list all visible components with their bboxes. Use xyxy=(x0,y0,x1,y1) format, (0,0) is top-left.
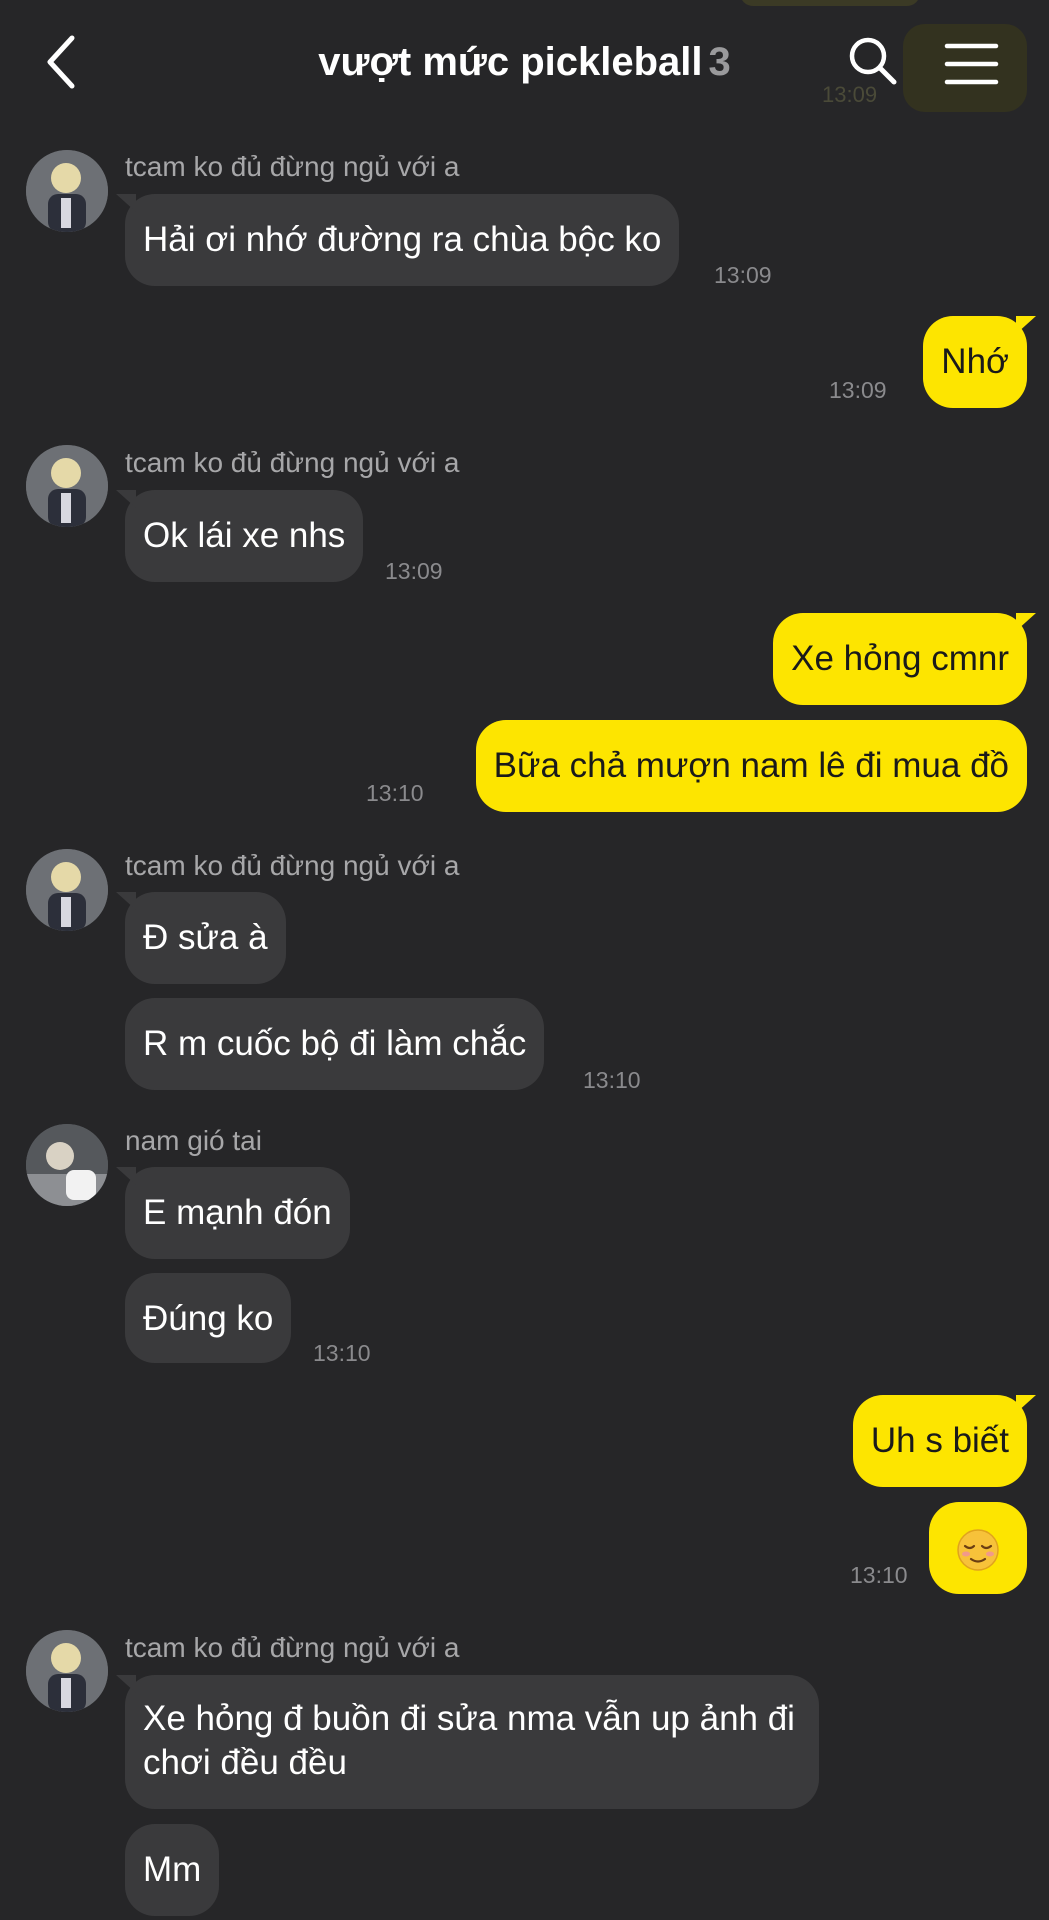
message-bubble-incoming[interactable]: E mạnh đón xyxy=(116,1167,350,1259)
message-bubble-incoming[interactable]: Đúng ko xyxy=(125,1273,292,1363)
search-icon xyxy=(849,37,897,85)
message-bubble-outgoing-emoji[interactable] xyxy=(929,1502,1027,1594)
message-bubble-incoming[interactable]: Ok lái xe nhs xyxy=(115,490,364,582)
message-bubble-outgoing[interactable]: Uh s biết xyxy=(852,1395,1037,1487)
message-time: 13:10 xyxy=(583,1067,641,1093)
avatar-nam[interactable] xyxy=(26,1124,108,1206)
message-bubble-outgoing[interactable]: Nhớ xyxy=(923,316,1036,408)
sender-name: nam gió tai xyxy=(125,1125,262,1156)
avatar-tcam[interactable] xyxy=(26,1630,108,1712)
message-time: 13:10 xyxy=(313,1340,371,1366)
message-bubble-outgoing[interactable]: Xe hỏng cmnr xyxy=(773,613,1036,705)
previous-message-bubble-partial xyxy=(740,0,920,6)
sender-name: tcam ko đủ đừng ngủ với a xyxy=(125,1632,460,1663)
member-count: 3 xyxy=(708,40,731,84)
sender-name: tcam ko đủ đừng ngủ với a xyxy=(125,850,460,881)
message-bubble-incoming[interactable]: Mm xyxy=(125,1824,220,1916)
message-time: 13:09 xyxy=(714,262,772,288)
sender-name: tcam ko đủ đừng ngủ với a xyxy=(125,151,460,182)
relieved-face-icon xyxy=(957,1529,999,1571)
message-bubble-incoming[interactable]: R m cuốc bộ đi làm chắc xyxy=(125,998,545,1090)
avatar-tcam[interactable] xyxy=(26,445,108,527)
avatar-tcam[interactable] xyxy=(26,849,108,931)
menu-button[interactable] xyxy=(903,24,1027,112)
message-bubble-incoming[interactable]: Xe hỏng đ buồn đi sửa nma vẫn up ảnh đi … xyxy=(116,1675,819,1809)
message-bubble-outgoing[interactable]: Bữa chả mượn nam lê đi mua đồ xyxy=(475,720,1027,812)
message-bubble-incoming[interactable]: Hải ơi nhớ đường ra chùa bộc ko xyxy=(115,194,680,286)
search-button[interactable] xyxy=(846,34,900,88)
message-time: 13:10 xyxy=(366,780,424,806)
sender-name: tcam ko đủ đừng ngủ với a xyxy=(125,447,460,478)
avatar-tcam[interactable] xyxy=(26,150,108,232)
message-bubble-incoming[interactable]: Đ sửa à xyxy=(116,892,286,984)
message-time: 13:09 xyxy=(385,558,443,584)
hamburger-menu-icon xyxy=(944,43,999,85)
message-time: 13:09 xyxy=(829,377,887,403)
chat-title-text: vượt mức pickleball xyxy=(318,40,703,84)
message-time: 13:10 xyxy=(850,1562,908,1588)
